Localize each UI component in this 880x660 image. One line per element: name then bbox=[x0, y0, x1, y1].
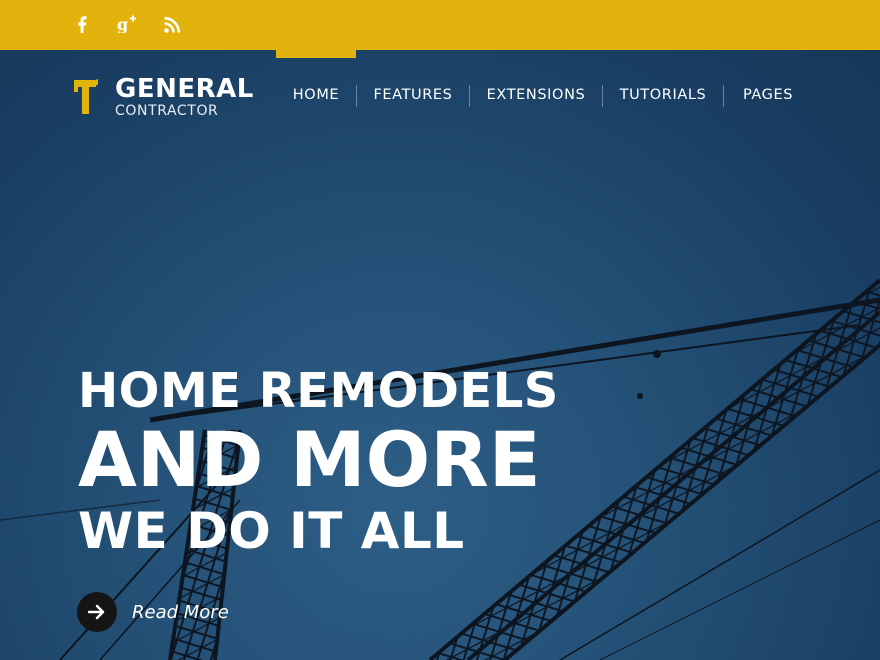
svg-text:g: g bbox=[117, 15, 128, 33]
arrow-right-icon bbox=[77, 592, 117, 632]
hammer-icon bbox=[74, 79, 98, 114]
read-more-label: Read More bbox=[132, 601, 229, 623]
nav-item-pages[interactable]: PAGES bbox=[724, 50, 812, 142]
top-bar: g bbox=[0, 0, 880, 50]
read-more-button[interactable]: Read More bbox=[77, 592, 229, 632]
google-plus-icon[interactable]: g bbox=[115, 13, 141, 35]
nav-item-extensions[interactable]: EXTENSIONS bbox=[470, 50, 602, 142]
site-logo[interactable]: GENERAL CONTRACTOR bbox=[72, 74, 254, 119]
facebook-icon[interactable] bbox=[71, 13, 93, 35]
hero-headline-line1: HOME REMODELS bbox=[78, 363, 559, 419]
brand-name: GENERAL bbox=[115, 74, 254, 104]
nav-item-tutorials[interactable]: TUTORIALS bbox=[603, 50, 723, 142]
hero-headline-line3: WE DO IT ALL bbox=[78, 502, 465, 560]
nav-item-home[interactable]: HOME bbox=[276, 50, 356, 142]
hero-headline-line2: AND MORE bbox=[78, 415, 541, 504]
rss-icon[interactable] bbox=[161, 13, 183, 35]
nav-item-features[interactable]: FEATURES bbox=[357, 50, 469, 142]
brand-tagline: CONTRACTOR bbox=[115, 103, 219, 119]
main-nav: HOME FEATURES EXTENSIONS TUTORIALS PAGES bbox=[276, 50, 812, 142]
